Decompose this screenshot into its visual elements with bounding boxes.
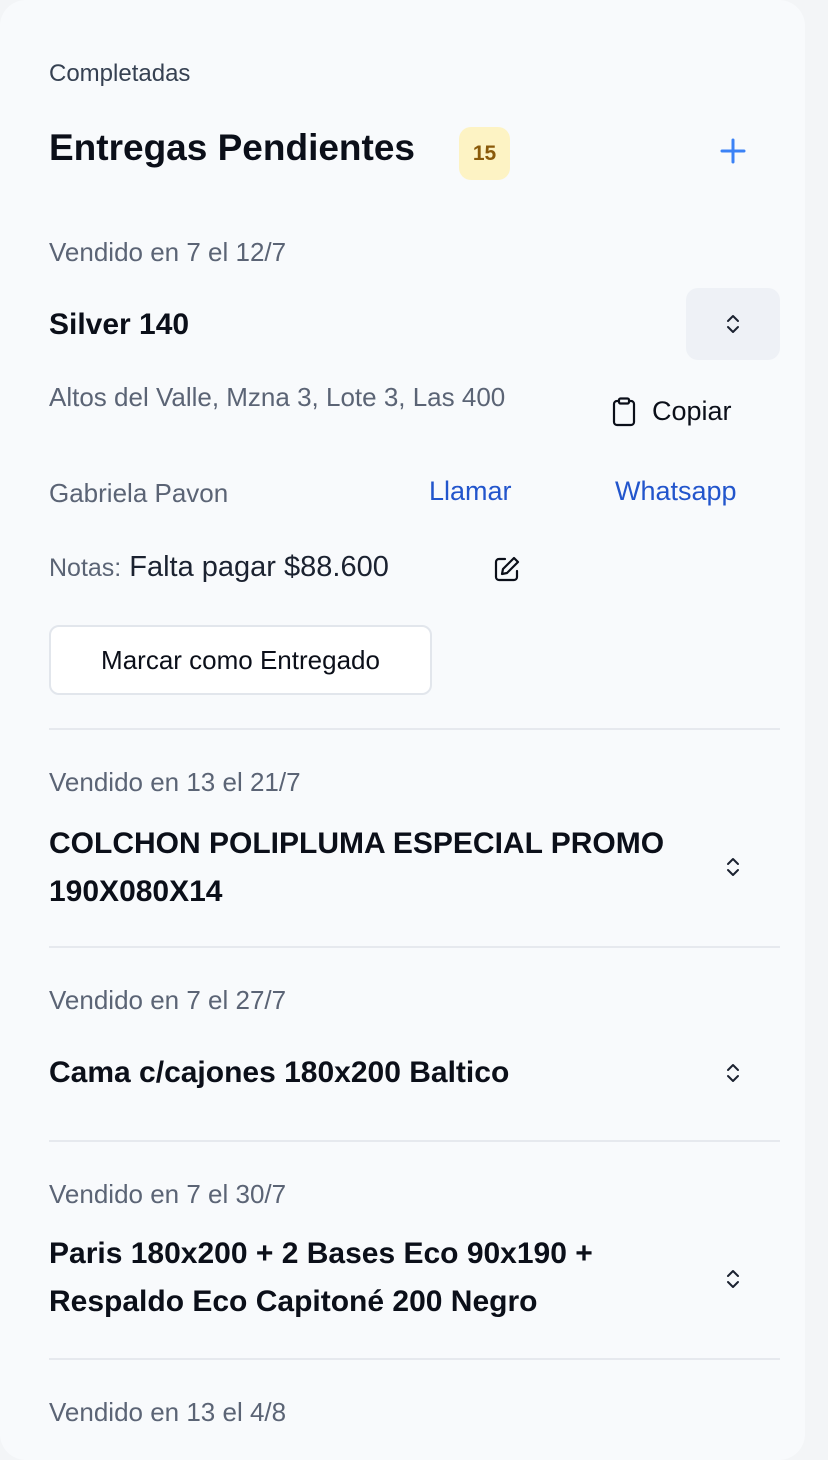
sold-info: Vendido en 7 el 27/7 <box>49 985 287 1015</box>
divider <box>49 1140 780 1142</box>
sold-info: Vendido en 7 el 12/7 <box>49 237 287 267</box>
notes-row: Notas: Falta pagar $88.600 <box>49 551 389 584</box>
divider <box>49 946 780 948</box>
notes-label: Notas: <box>49 554 122 582</box>
sold-info: Vendido en 13 el 21/7 <box>49 767 301 797</box>
mark-delivered-button[interactable]: Marcar como Entregado <box>49 625 432 695</box>
deliveries-card: Completadas Entregas Pendientes 15 Vendi… <box>0 0 805 1460</box>
sold-info: Vendido en 7 el 30/7 <box>49 1179 287 1209</box>
edit-notes-button[interactable] <box>493 555 521 583</box>
edit-note-icon <box>494 556 520 582</box>
contact-name: Gabriela Pavon <box>49 478 229 508</box>
delivery-item-expanded: Vendido en 7 el 12/7 Silver 140 Altos de… <box>49 0 780 730</box>
expand-toggle[interactable] <box>686 1037 780 1109</box>
product-title: Cama c/cajones 180x200 Baltico <box>49 1056 510 1089</box>
copy-label: Copiar <box>652 396 732 426</box>
sold-info: Vendido en 13 el 4/8 <box>49 1397 287 1427</box>
notes-value: Falta pagar $88.600 <box>129 551 389 583</box>
chevron-up-down-icon <box>727 1270 739 1288</box>
expand-toggle[interactable] <box>686 831 780 903</box>
collapse-toggle[interactable] <box>686 288 780 360</box>
product-title: Paris 180x200 + 2 Bases Eco 90x190 + Res… <box>49 1237 593 1318</box>
copy-address-button[interactable]: Copiar <box>612 396 732 427</box>
product-title: COLCHON POLIPLUMA ESPECIAL PROMO 190X080… <box>49 827 665 908</box>
expand-toggle[interactable] <box>686 1243 780 1315</box>
divider <box>49 728 780 730</box>
clipboard-icon <box>612 396 636 426</box>
divider <box>49 1358 780 1360</box>
whatsapp-link[interactable]: Whatsapp <box>615 476 737 507</box>
chevron-up-down-icon <box>727 858 739 876</box>
chevron-up-down-icon <box>727 315 739 333</box>
chevron-up-down-icon <box>727 1064 739 1082</box>
call-link[interactable]: Llamar <box>429 476 512 507</box>
product-title: Silver 140 <box>49 308 190 341</box>
delivery-address: Altos del Valle, Mzna 3, Lote 3, Las 400 <box>49 382 506 412</box>
